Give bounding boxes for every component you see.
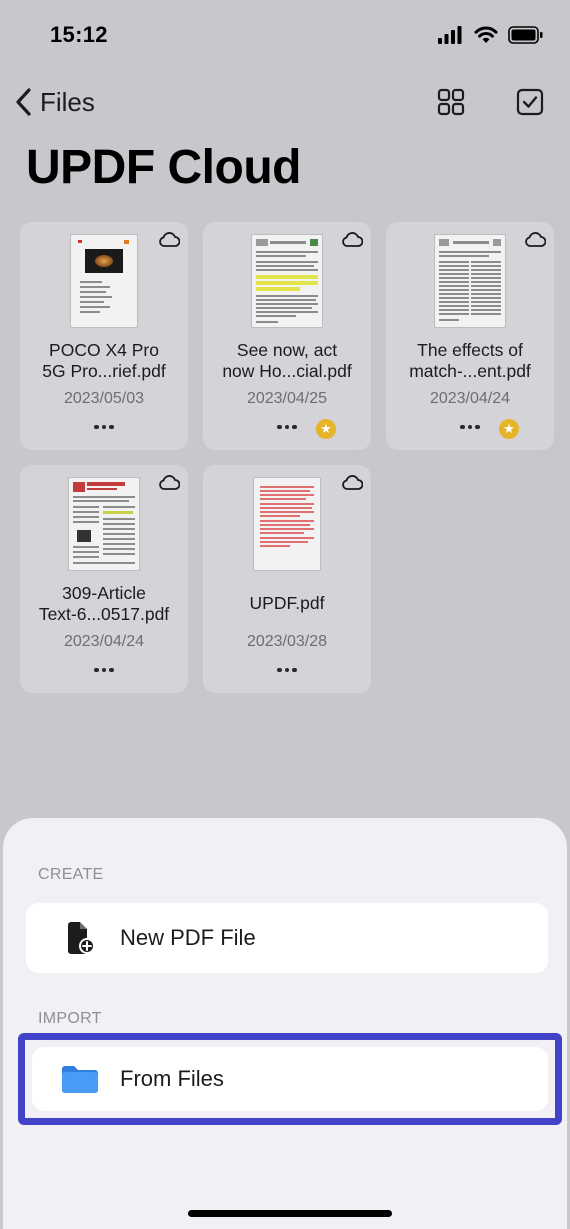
from-files-button[interactable]: From Files — [32, 1047, 548, 1111]
file-thumbnail — [70, 234, 138, 328]
more-button[interactable] — [455, 420, 485, 434]
more-button[interactable] — [89, 420, 119, 434]
status-icons — [438, 26, 544, 44]
home-indicator — [188, 1210, 392, 1217]
select-button[interactable] — [516, 88, 544, 116]
file-thumbnail — [251, 234, 323, 328]
file-thumbnail — [68, 477, 140, 571]
file-name: 309-Article Text-6...0517.pdf — [38, 583, 170, 624]
file-date: 2023/05/03 — [63, 390, 145, 407]
file-thumbnail — [434, 234, 506, 328]
file-card[interactable]: See now, act now Ho...cial.pdf 2023/04/2… — [203, 222, 371, 450]
file-date: 2023/04/25 — [246, 390, 328, 407]
more-button[interactable] — [272, 420, 302, 434]
folder-icon — [60, 1059, 100, 1099]
cloud-icon — [159, 475, 180, 490]
grid-view-button[interactable] — [437, 88, 465, 116]
file-thumbnail — [253, 477, 321, 571]
battery-icon — [508, 26, 543, 44]
chevron-left-icon — [16, 88, 31, 116]
more-button[interactable] — [89, 663, 119, 677]
bottom-sheet: CREATE New PDF File IMPORT From Files — [3, 818, 567, 1229]
back-label: Files — [40, 86, 95, 117]
back-button[interactable]: Files — [14, 86, 95, 118]
new-file-icon — [60, 918, 100, 958]
file-name: See now, act now Ho...cial.pdf — [222, 340, 352, 381]
star-icon: ★ — [499, 419, 519, 439]
new-pdf-file-label: New PDF File — [120, 925, 256, 950]
file-name: POCO X4 Pro 5G Pro...rief.pdf — [42, 340, 166, 381]
star-icon: ★ — [316, 419, 336, 439]
wifi-icon — [474, 26, 498, 43]
new-pdf-file-button[interactable]: New PDF File — [26, 903, 548, 973]
file-date: 2023/03/28 — [246, 633, 328, 650]
create-section-label: CREATE — [38, 866, 104, 883]
page-title: UPDF Cloud — [26, 141, 301, 194]
file-date: 2023/04/24 — [429, 390, 511, 407]
file-name: UPDF.pdf — [249, 593, 325, 613]
file-card[interactable]: The effects of match-...ent.pdf 2023/04/… — [386, 222, 554, 450]
file-card[interactable]: 309-Article Text-6...0517.pdf 2023/04/24 — [20, 465, 188, 693]
cloud-icon — [342, 232, 363, 247]
cloud-icon — [342, 475, 363, 490]
signal-icon — [438, 26, 462, 44]
file-card[interactable]: POCO X4 Pro 5G Pro...rief.pdf 2023/05/03 — [20, 222, 188, 450]
file-name: The effects of match-...ent.pdf — [409, 340, 531, 381]
more-button[interactable] — [272, 663, 302, 677]
file-card[interactable]: UPDF.pdf 2023/03/28 — [203, 465, 371, 693]
cloud-icon — [159, 232, 180, 247]
status-time: 15:12 — [50, 22, 108, 47]
from-files-label: From Files — [120, 1066, 224, 1091]
file-date: 2023/04/24 — [63, 633, 145, 650]
cloud-icon — [525, 232, 546, 247]
status-bar: 15:12 — [0, 0, 570, 72]
import-section-label: IMPORT — [38, 1010, 102, 1027]
